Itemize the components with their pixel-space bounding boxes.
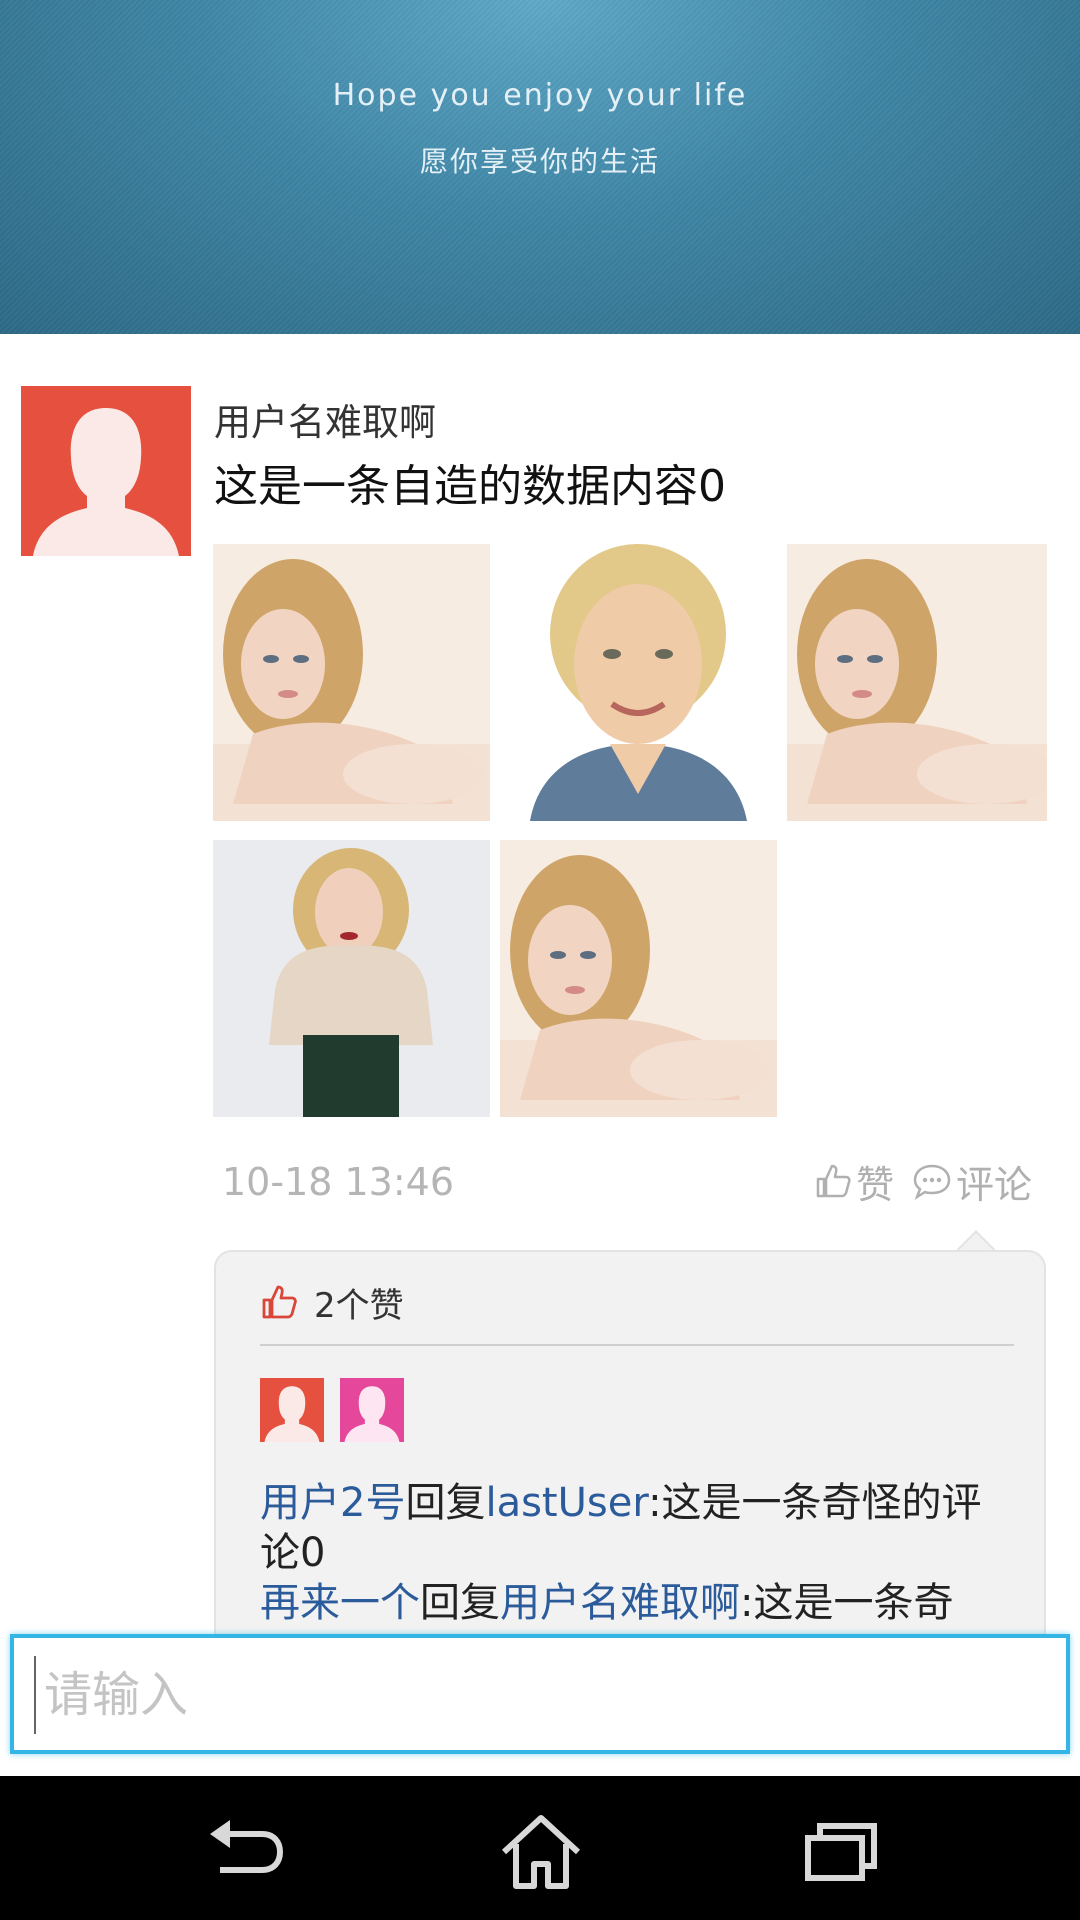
post-photo-5[interactable]: [500, 840, 777, 1117]
recent-apps-button[interactable]: [794, 1812, 884, 1892]
back-button[interactable]: [200, 1812, 290, 1892]
panel-divider: [260, 1344, 1014, 1346]
photo-standing-image: [213, 840, 490, 1117]
home-button[interactable]: [496, 1812, 586, 1892]
system-navigation-bar: [0, 1776, 1080, 1920]
post-timestamp: 10-18 13:46: [222, 1160, 455, 1204]
post-username[interactable]: 用户名难取啊: [214, 392, 436, 446]
photo-reclining-image: [787, 544, 1047, 821]
comment-bubble-icon: [913, 1164, 951, 1200]
like-label: 赞: [856, 1162, 895, 1207]
comment-reply-target[interactable]: 用户名难取啊: [500, 1580, 740, 1626]
post-content-text: 这是一条自造的数据内容0: [214, 461, 726, 512]
comment-input-container: [10, 1634, 1070, 1754]
like-button[interactable]: 赞: [814, 1156, 895, 1207]
comment-text: :这是一条奇: [740, 1580, 954, 1626]
banner-english-text: Hope you enjoy your life: [332, 78, 748, 113]
photo-portrait-image: [500, 544, 777, 821]
thumbs-up-icon: [816, 1164, 851, 1198]
cover-banner: Hope you enjoy your life 愿你享受你的生活: [0, 0, 1080, 334]
likes-row: 2个赞: [260, 1274, 404, 1330]
comment-reply-target[interactable]: lastUser: [485, 1480, 648, 1526]
comment-reply-verb: 回复: [405, 1480, 486, 1526]
user-avatar-icon: [344, 1386, 400, 1442]
comment-input[interactable]: [34, 1656, 1046, 1734]
photo-reclining-image: [213, 544, 490, 821]
comment-item[interactable]: 用户2号回复lastUser:这是一条奇怪的评论0: [260, 1478, 1020, 1578]
post-photo-2[interactable]: [500, 544, 777, 821]
comment-label: 评论: [956, 1162, 1033, 1207]
comment-item[interactable]: 再来一个回复用户名难取啊:这是一条奇: [260, 1578, 1020, 1628]
likes-count: 2个赞: [314, 1285, 404, 1326]
comment-button[interactable]: 评论: [912, 1156, 1033, 1207]
user-avatar-icon: [33, 408, 179, 556]
banner-chinese-text: 愿你享受你的生活: [419, 145, 660, 178]
post-photo-4[interactable]: [213, 840, 490, 1117]
user-avatar-icon: [264, 1386, 320, 1442]
back-icon: [210, 1820, 284, 1873]
comment-reply-verb: 回复: [420, 1580, 500, 1626]
user-avatar[interactable]: [21, 386, 191, 556]
thumbs-up-icon: [262, 1285, 297, 1319]
photo-reclining-image: [500, 840, 777, 1117]
liker-avatar-2[interactable]: [340, 1378, 404, 1442]
post-photo-3[interactable]: [787, 544, 1047, 821]
liker-avatar-1[interactable]: [260, 1378, 324, 1442]
comment-author[interactable]: 再来一个: [260, 1580, 420, 1626]
home-icon: [501, 1815, 581, 1889]
likes-comments-panel: 2个赞 用户2号回复lastUser:这是一条奇怪的评论0 再来一个回复用户名难…: [214, 1250, 1046, 1670]
post-photo-1[interactable]: [213, 544, 490, 821]
comment-author[interactable]: 用户2号: [260, 1480, 405, 1526]
recent-apps-icon: [805, 1823, 877, 1881]
